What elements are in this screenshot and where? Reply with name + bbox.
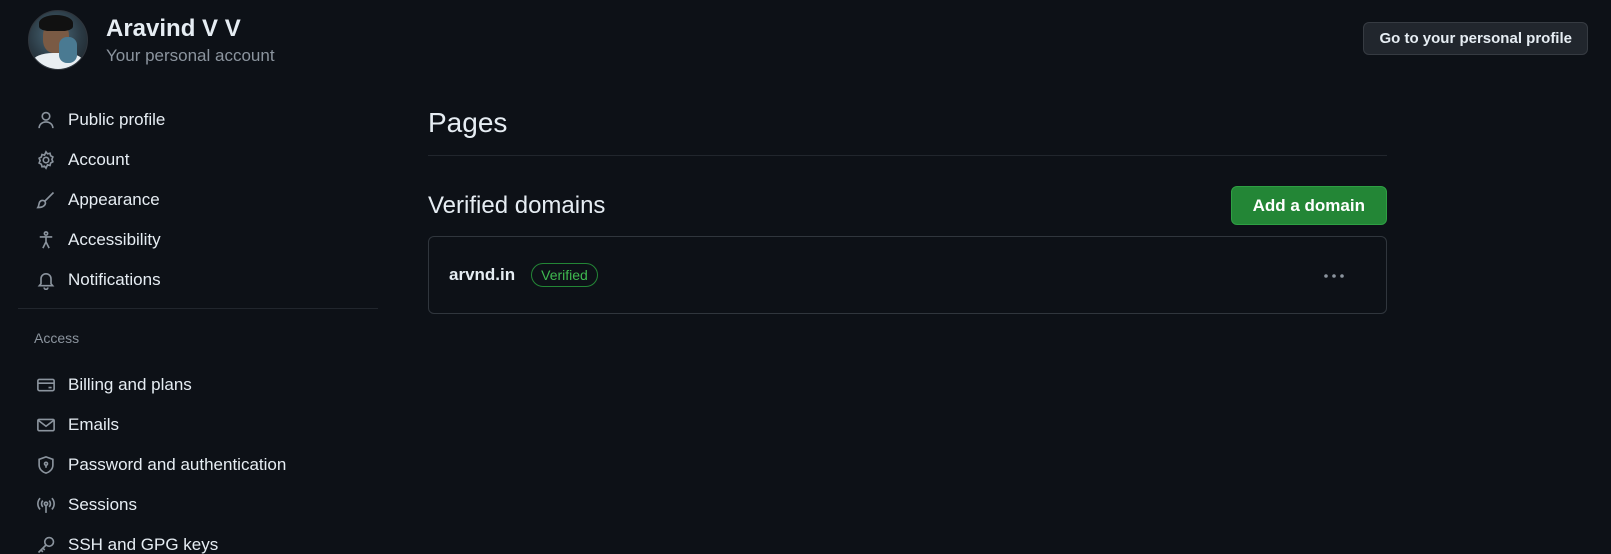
sidebar-section-access: Access [34,330,80,346]
sidebar-item-password[interactable]: Password and authentication [18,445,378,485]
account-header-text: Aravind V V Your personal account [106,14,275,67]
account-subtitle: Your personal account [106,45,275,65]
sidebar-item-label: Public profile [68,110,166,129]
sidebar-item-billing[interactable]: Billing and plans [18,365,378,405]
verified-domains-title: Verified domains [428,191,606,219]
settings-sidebar: Public profile Account Appearance Access… [18,100,378,554]
shield-lock-icon [36,455,56,475]
avatar[interactable] [28,10,88,70]
domain-name: arvnd.in [449,265,516,284]
verified-domains-header: Verified domains Add a domain [428,186,1387,225]
sidebar-item-label: Emails [68,415,120,434]
person-icon [36,110,56,130]
settings-page: Aravind V V Your personal account Go to … [0,0,1611,554]
sidebar-divider [18,308,378,309]
credit-card-icon [36,375,56,395]
sidebar-item-notifications[interactable]: Notifications [18,260,378,300]
account-header: Aravind V V Your personal account [28,10,275,70]
sidebar-item-emails[interactable]: Emails [18,405,378,445]
domain-list-item: arvnd.in Verified [428,236,1387,314]
user-name: Aravind V V [106,14,241,42]
paintbrush-icon [36,190,56,210]
sidebar-item-accessibility[interactable]: Accessibility [18,220,378,260]
sidebar-item-appearance[interactable]: Appearance [18,180,378,220]
sidebar-item-ssh-gpg-keys[interactable]: SSH and GPG keys [18,525,378,554]
sidebar-item-label: Appearance [68,190,160,209]
gear-icon [36,150,56,170]
sidebar-item-label: Account [68,150,130,169]
status-badge: Verified [531,263,598,287]
accessibility-icon [36,230,56,250]
broadcast-icon [36,495,56,515]
mail-icon [36,415,56,435]
add-domain-button[interactable]: Add a domain [1230,186,1387,225]
kebab-menu-icon[interactable] [1320,265,1348,287]
sidebar-item-label: Sessions [68,495,137,514]
pages-settings-main: Pages Verified domains Add a domain arvn… [428,100,1387,314]
bell-icon [36,270,56,290]
sidebar-item-sessions[interactable]: Sessions [18,485,378,525]
title-divider [428,155,1387,156]
sidebar-item-label: Password and authentication [68,455,287,474]
page-title: Pages [428,107,508,138]
sidebar-item-label: Notifications [68,270,161,289]
sidebar-item-label: Billing and plans [68,375,192,394]
sidebar-item-label: SSH and GPG keys [68,535,219,554]
sidebar-item-label: Accessibility [68,230,161,249]
sidebar-item-account[interactable]: Account [18,140,378,180]
go-to-profile-button[interactable]: Go to your personal profile [1363,22,1588,55]
key-icon [36,535,56,554]
sidebar-item-public-profile[interactable]: Public profile [18,100,378,140]
